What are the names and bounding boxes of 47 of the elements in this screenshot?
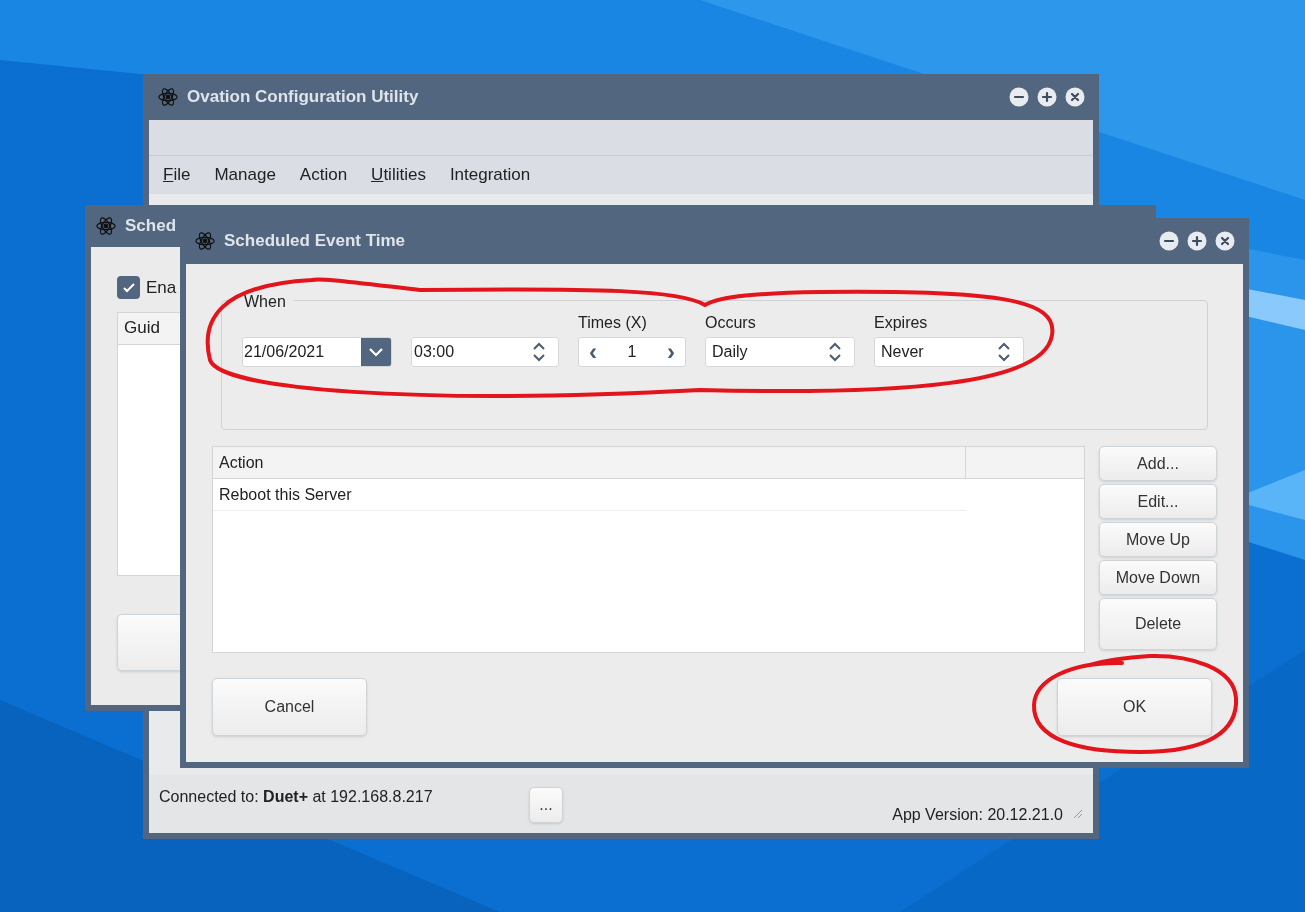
dropdown-button[interactable]	[361, 338, 391, 366]
atom-icon	[95, 215, 117, 237]
checkbox-label: Ena	[146, 277, 177, 299]
updown-arrows-icon[interactable]	[532, 341, 546, 363]
minimize-icon[interactable]	[1159, 231, 1179, 251]
previous-arrow[interactable]: ‹	[589, 340, 597, 364]
menu-item[interactable]: Utilities	[371, 162, 426, 188]
maximize-icon[interactable]	[1187, 231, 1207, 251]
close-icon[interactable]	[1215, 231, 1235, 251]
next-arrow[interactable]: ›	[667, 340, 675, 364]
connection-status: Connected to: Duet+ at 192.168.8.217	[159, 787, 434, 807]
number-stepper[interactable]: ‹ 1 ›	[578, 337, 686, 367]
more-button[interactable]: ...	[529, 787, 563, 823]
side-button[interactable]: Add...	[1099, 446, 1217, 481]
side-button[interactable]: Move Up	[1099, 522, 1217, 557]
minimize-icon[interactable]	[1009, 87, 1029, 107]
window-title: Sched	[125, 215, 177, 238]
atom-icon	[194, 230, 216, 252]
side-button[interactable]: Edit...	[1099, 484, 1217, 519]
updown-arrows-icon[interactable]	[997, 341, 1011, 363]
chevron-down-icon	[369, 347, 383, 357]
cancel-button[interactable]: Cancel	[212, 678, 367, 736]
field-label: Expires	[874, 313, 929, 333]
menu-item[interactable]: Action	[299, 162, 348, 188]
side-button[interactable]: Move Down	[1099, 560, 1217, 595]
time-field[interactable]: 03:00	[411, 337, 559, 367]
menu-item[interactable]: File	[163, 162, 191, 188]
select-field[interactable]: Daily	[705, 337, 855, 367]
resize-grip-icon[interactable]	[1071, 807, 1083, 819]
field-label: Occurs	[705, 313, 757, 333]
menu-item[interactable]: Integration	[449, 162, 531, 188]
side-button[interactable]: Delete	[1099, 598, 1217, 650]
check-icon	[122, 282, 135, 293]
updown-arrows-icon[interactable]	[828, 341, 842, 363]
close-icon[interactable]	[1065, 87, 1085, 107]
select-field[interactable]: Never	[874, 337, 1024, 367]
app-version: App Version: 20.12.21.0	[892, 805, 1063, 825]
maximize-icon[interactable]	[1037, 87, 1057, 107]
table-cell[interactable]: Reboot this Server	[213, 479, 358, 510]
checkbox[interactable]	[117, 276, 140, 300]
window-title: Scheduled Event Time	[224, 230, 406, 253]
field-label: Times (X)	[578, 313, 648, 333]
window-title: Ovation Configuration Utility	[187, 86, 419, 109]
ok-button[interactable]: OK	[1057, 678, 1212, 736]
atom-icon	[157, 86, 179, 108]
menu-item[interactable]: Manage	[214, 162, 276, 188]
date-picker[interactable]: 21/06/2021	[242, 337, 392, 367]
